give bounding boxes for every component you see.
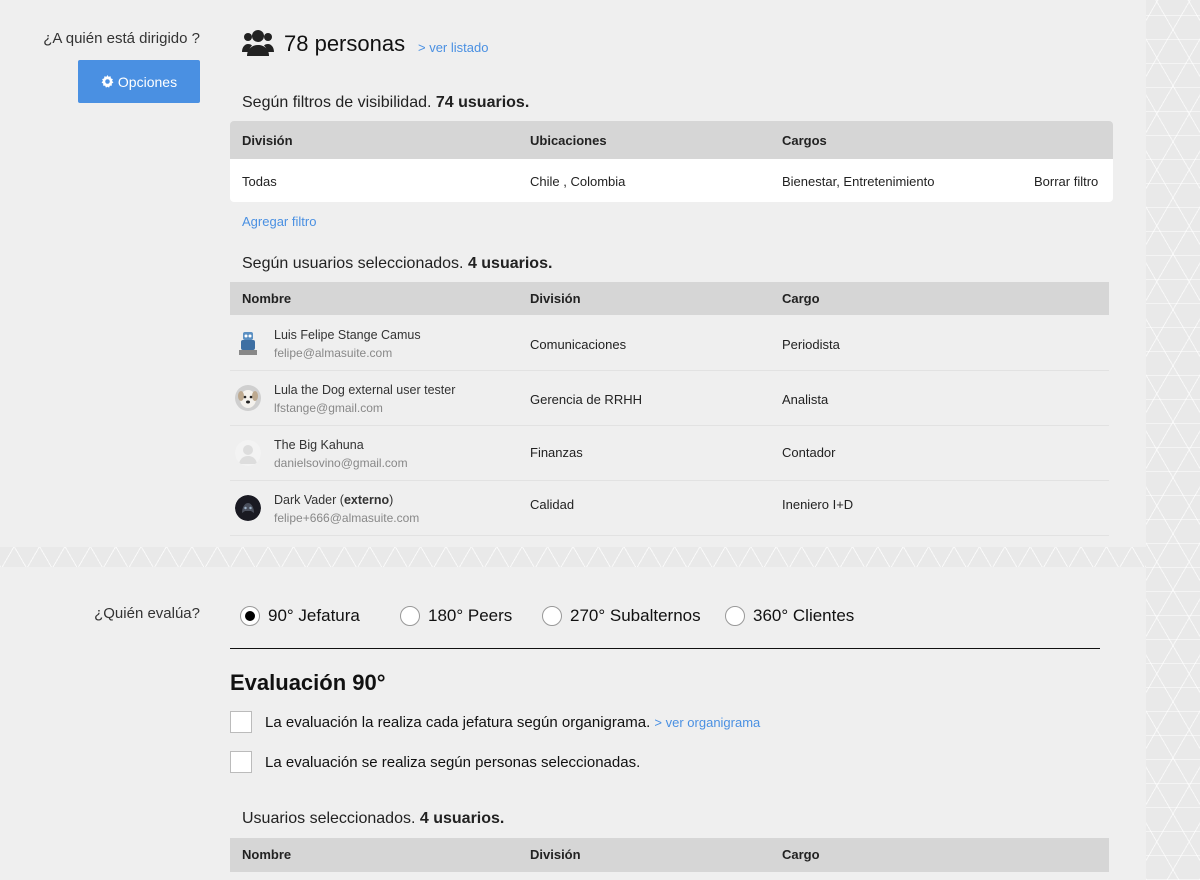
- borrar-filtro-link[interactable]: Borrar filtro: [1034, 174, 1098, 189]
- radio-270[interactable]: 270° Subalternos: [542, 606, 701, 626]
- user-email: felipe+666@almasuite.com: [274, 511, 420, 525]
- user-cargo: Analista: [782, 392, 829, 407]
- checkbox-seleccionadas[interactable]: [230, 751, 252, 773]
- gear-icon: [101, 75, 114, 88]
- col-division: División: [530, 291, 581, 306]
- col-ubicaciones: Ubicaciones: [530, 133, 607, 148]
- user-email: danielsovino@gmail.com: [274, 456, 408, 470]
- ver-organigrama-link[interactable]: > ver organigrama: [654, 715, 760, 730]
- background-pattern: [1146, 0, 1200, 880]
- people-group-icon: [242, 30, 274, 56]
- user-name: Luis Felipe Stange Camus: [274, 328, 421, 342]
- table-row[interactable]: Lula the Dog external user tester lfstan…: [230, 371, 1109, 426]
- user-name: The Big Kahuna: [274, 438, 364, 452]
- external-badge: externo: [343, 493, 390, 507]
- checkbox-organigrama-label: La evaluación la realiza cada jefatura s…: [265, 714, 761, 731]
- radio-button[interactable]: [400, 606, 420, 626]
- table-row[interactable]: Dark Vader (externo) felipe+666@almasuit…: [230, 481, 1109, 536]
- radio-180-label: 180° Peers: [428, 606, 513, 625]
- filter-ubicaciones: Chile , Colombia: [530, 174, 626, 189]
- filter-division: Todas: [242, 174, 277, 189]
- col-division: División: [242, 133, 293, 148]
- checkbox-organigrama[interactable]: [230, 711, 252, 733]
- filter-cargos: Bienestar, Entretenimiento: [782, 174, 935, 189]
- user-email: lfstange@gmail.com: [274, 401, 383, 415]
- user-division: Finanzas: [530, 445, 583, 460]
- col-cargo: Cargo: [782, 291, 820, 306]
- options-button[interactable]: Opciones: [78, 60, 200, 103]
- users-table-header: Nombre División Cargo: [230, 282, 1109, 315]
- section-title: Evaluación 90°: [230, 670, 386, 695]
- default-avatar-icon: [235, 440, 261, 466]
- divider: [230, 648, 1100, 649]
- audience-label: ¿A quién está dirigido ?: [43, 30, 200, 47]
- user-cargo: Ineniero I+D: [782, 497, 854, 512]
- radio-button[interactable]: [725, 606, 745, 626]
- user-cargo: Periodista: [782, 337, 840, 352]
- radio-button[interactable]: [542, 606, 562, 626]
- agregar-filtro-link[interactable]: Agregar filtro: [242, 214, 316, 229]
- checkbox-seleccionadas-label: La evaluación se realiza según personas …: [265, 754, 641, 771]
- radio-button-selected[interactable]: [240, 606, 260, 626]
- col-nombre: Nombre: [242, 847, 292, 862]
- user-cargo: Contador: [782, 445, 836, 460]
- section-divider-band: [0, 547, 1146, 567]
- selected-evaluators-heading: Usuarios seleccionados. 4 usuarios.: [242, 810, 505, 827]
- col-division: División: [530, 847, 581, 862]
- radio-90-label: 90° Jefatura: [268, 606, 360, 625]
- robot-avatar-icon: [235, 330, 261, 356]
- user-name: Lula the Dog external user tester: [274, 383, 456, 397]
- table-row[interactable]: Luis Felipe Stange Camus felipe@almasuit…: [230, 316, 1109, 371]
- user-email: felipe@almasuite.com: [274, 346, 393, 360]
- vader-avatar-icon: [235, 495, 261, 521]
- options-button-label: Opciones: [117, 73, 178, 90]
- dog-avatar-icon: [235, 385, 261, 411]
- visibility-heading: Según filtros de visibilidad. 74 usuario…: [242, 94, 530, 111]
- ver-listado-link[interactable]: > ver listado: [418, 40, 488, 55]
- user-name: Dark Vader (externo): [274, 493, 394, 507]
- radio-90[interactable]: 90° Jefatura: [240, 606, 360, 626]
- filter-table-header: División Ubicaciones Cargos: [230, 121, 1113, 159]
- radio-360[interactable]: 360° Clientes: [725, 606, 854, 626]
- col-cargos: Cargos: [782, 133, 827, 148]
- people-count: 78 personas: [284, 31, 406, 56]
- col-nombre: Nombre: [242, 291, 292, 306]
- col-cargo: Cargo: [782, 847, 820, 862]
- radio-360-label: 360° Clientes: [753, 606, 855, 625]
- radio-270-label: 270° Subalternos: [570, 606, 701, 625]
- user-division: Gerencia de RRHH: [530, 392, 642, 407]
- filter-row: Todas Chile , Colombia Bienestar, Entret…: [230, 159, 1113, 202]
- table-row[interactable]: The Big Kahuna danielsovino@gmail.com Fi…: [230, 426, 1109, 481]
- evaluators-table-header: Nombre División Cargo: [230, 838, 1109, 872]
- user-division: Comunicaciones: [530, 337, 627, 352]
- radio-180[interactable]: 180° Peers: [400, 606, 512, 626]
- selected-users-heading: Según usuarios seleccionados. 4 usuarios…: [242, 255, 553, 272]
- evaluator-label: ¿Quién evalúa?: [94, 605, 200, 622]
- user-division: Calidad: [530, 497, 575, 512]
